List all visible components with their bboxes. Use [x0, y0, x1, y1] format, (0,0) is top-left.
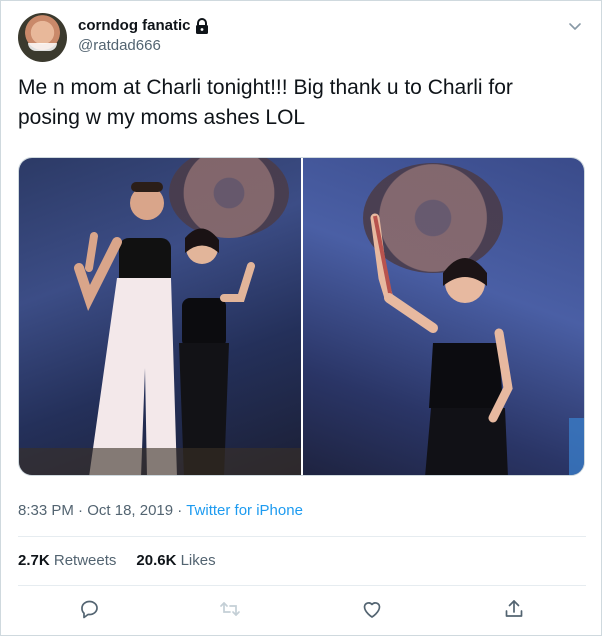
- divider: [18, 585, 586, 586]
- photo-1[interactable]: [19, 158, 301, 475]
- tweet-meta: 8:33 PM · Oct 18, 2019 · Twitter for iPh…: [18, 501, 303, 521]
- tweet-header: corndog fanatic @ratdad666: [18, 13, 586, 65]
- likes-stat[interactable]: 20.6K Likes: [136, 551, 215, 571]
- photo-1-people: [19, 182, 301, 475]
- avatar[interactable]: [18, 13, 67, 62]
- retweets-stat[interactable]: 2.7K Retweets: [18, 551, 116, 571]
- tweet-stats: 2.7K Retweets 20.6K Likes: [18, 551, 216, 571]
- photo-2-person: [370, 213, 584, 475]
- likes-count: 20.6K: [136, 552, 177, 569]
- tweet-actions: [18, 597, 586, 625]
- divider: [18, 536, 586, 537]
- meta-separator: ·: [78, 502, 84, 519]
- retweets-count: 2.7K: [18, 552, 50, 569]
- likes-label: Likes: [180, 552, 216, 569]
- retweet-icon[interactable]: [218, 597, 242, 621]
- share-icon[interactable]: [502, 597, 526, 621]
- user-handle[interactable]: @ratdad666: [78, 36, 209, 56]
- user-names: corndog fanatic @ratdad666: [78, 16, 209, 56]
- display-name[interactable]: corndog fanatic: [78, 16, 191, 36]
- tweet-time[interactable]: 8:33 PM: [18, 502, 74, 519]
- reply-icon[interactable]: [78, 597, 102, 621]
- chevron-down-icon[interactable]: [566, 17, 584, 35]
- retweets-label: Retweets: [53, 552, 117, 569]
- tweet-client-link[interactable]: Twitter for iPhone: [186, 502, 303, 519]
- heart-icon[interactable]: [360, 597, 384, 621]
- lock-icon: [195, 18, 208, 34]
- meta-separator: ·: [177, 502, 183, 519]
- media-grid: [18, 157, 585, 476]
- tweet-text: Me n mom at Charli tonight!!! Big thank …: [18, 76, 513, 129]
- display-name-row[interactable]: corndog fanatic: [78, 16, 209, 36]
- tweet-card: corndog fanatic @ratdad666 Me n mom at C…: [0, 0, 602, 636]
- tweet-date[interactable]: Oct 18, 2019: [87, 502, 173, 519]
- photo-2[interactable]: [303, 158, 584, 475]
